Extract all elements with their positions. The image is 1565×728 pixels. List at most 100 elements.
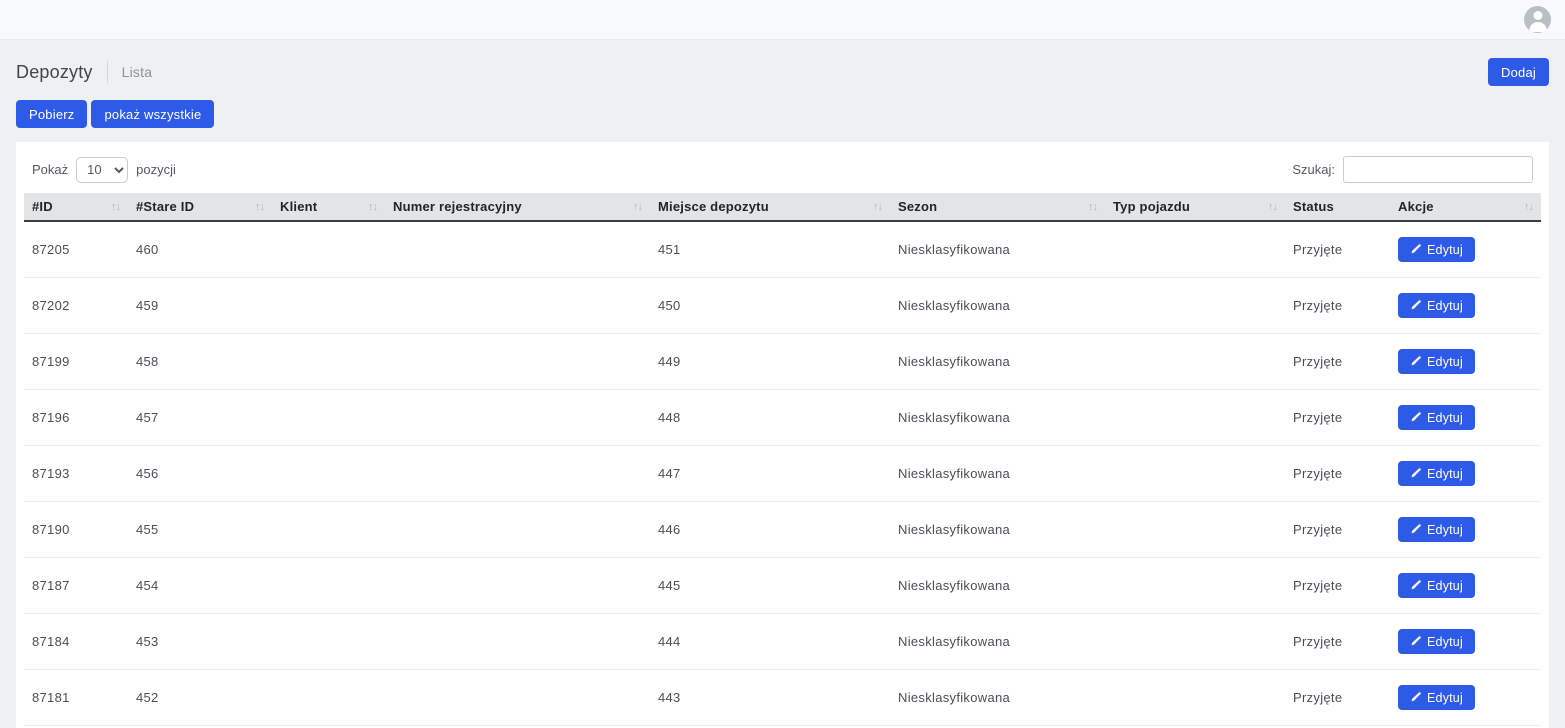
cell-id: 87199 — [24, 334, 128, 390]
sort-arrows-icon[interactable]: ↑↓ — [255, 201, 264, 213]
page-length-select[interactable]: 10 — [76, 157, 128, 183]
edit-button[interactable]: Edytuj — [1398, 629, 1475, 654]
search-input[interactable] — [1343, 156, 1533, 183]
column-header-id[interactable]: #ID↑↓ — [24, 193, 128, 221]
cell-sezon: Niesklasyfikowana — [890, 390, 1105, 446]
toolbar: Pobierz pokaż wszystkie — [16, 100, 1549, 128]
cell-status: Przyjęte — [1285, 221, 1390, 278]
search-control: Szukaj: — [1292, 156, 1533, 183]
edit-button[interactable]: Edytuj — [1398, 517, 1475, 542]
sort-arrows-icon[interactable]: ↑↓ — [1524, 201, 1533, 213]
table-body: 87205460451NiesklasyfikowanaPrzyjęteEdyt… — [24, 221, 1541, 728]
cell-sezon: Niesklasyfikowana — [890, 334, 1105, 390]
cell-klient — [272, 670, 385, 726]
column-header-numer[interactable]: Numer rejestracyjny↑↓ — [385, 193, 650, 221]
cell-miejsce: 446 — [650, 502, 890, 558]
edit-button[interactable]: Edytuj — [1398, 349, 1475, 374]
cell-numer — [385, 558, 650, 614]
breadcrumb: Lista — [122, 64, 153, 80]
cell-stare_id: 454 — [128, 558, 272, 614]
column-label: Miejsce depozytu — [658, 199, 769, 214]
sort-arrows-icon[interactable]: ↑↓ — [1268, 201, 1277, 213]
page-header: Depozyty Lista Dodaj — [16, 58, 1549, 86]
cell-status: Przyjęte — [1285, 334, 1390, 390]
cell-sezon: Niesklasyfikowana — [890, 278, 1105, 334]
show-all-button[interactable]: pokaż wszystkie — [91, 100, 214, 128]
column-header-miejsce[interactable]: Miejsce depozytu ↑↓ — [650, 193, 890, 221]
cell-stare_id: 453 — [128, 614, 272, 670]
cell-status: Przyjęte — [1285, 446, 1390, 502]
column-header-stare_id[interactable]: #Stare ID ↑↓ — [128, 193, 272, 221]
table-controls: Pokaż 10 pozycji Szukaj: — [24, 142, 1541, 193]
column-header-status[interactable]: Status — [1285, 193, 1390, 221]
cell-status: Przyjęte — [1285, 278, 1390, 334]
sort-arrows-icon[interactable]: ↑↓ — [633, 201, 642, 213]
table-row: 87205460451NiesklasyfikowanaPrzyjęteEdyt… — [24, 221, 1541, 278]
cell-stare_id: 458 — [128, 334, 272, 390]
sort-arrows-icon[interactable]: ↑↓ — [111, 201, 120, 213]
pencil-icon — [1410, 468, 1421, 479]
cell-stare_id: 452 — [128, 670, 272, 726]
cell-miejsce: 451 — [650, 221, 890, 278]
edit-button-label: Edytuj — [1427, 299, 1463, 313]
edit-button[interactable]: Edytuj — [1398, 573, 1475, 598]
cell-sezon: Niesklasyfikowana — [890, 502, 1105, 558]
cell-miejsce: 450 — [650, 278, 890, 334]
edit-button[interactable]: Edytuj — [1398, 685, 1475, 710]
edit-button[interactable]: Edytuj — [1398, 293, 1475, 318]
edit-button-label: Edytuj — [1427, 579, 1463, 593]
table-row: 87190455446NiesklasyfikowanaPrzyjęteEdyt… — [24, 502, 1541, 558]
cell-id: 87205 — [24, 221, 128, 278]
cell-typ — [1105, 390, 1285, 446]
cell-miejsce: 444 — [650, 614, 890, 670]
sort-arrows-icon[interactable]: ↑↓ — [368, 201, 377, 213]
sort-arrows-icon[interactable]: ↑↓ — [1088, 201, 1097, 213]
user-avatar-icon — [1533, 11, 1542, 20]
cell-numer — [385, 446, 650, 502]
sort-arrows-icon[interactable]: ↑↓ — [873, 201, 882, 213]
pencil-icon — [1410, 356, 1421, 367]
edit-button-label: Edytuj — [1427, 243, 1463, 257]
column-header-sezon[interactable]: Sezon↑↓ — [890, 193, 1105, 221]
edit-button-label: Edytuj — [1427, 523, 1463, 537]
download-button[interactable]: Pobierz — [16, 100, 87, 128]
edit-button-label: Edytuj — [1427, 691, 1463, 705]
table-row: 87193456447NiesklasyfikowanaPrzyjęteEdyt… — [24, 446, 1541, 502]
edit-button[interactable]: Edytuj — [1398, 237, 1475, 262]
cell-miejsce: 443 — [650, 670, 890, 726]
column-header-akcje[interactable]: Akcje↑↓ — [1390, 193, 1541, 221]
cell-status: Przyjęte — [1285, 670, 1390, 726]
cell-typ — [1105, 221, 1285, 278]
cell-numer — [385, 221, 650, 278]
actions-cell: Edytuj — [1390, 334, 1541, 390]
cell-stare_id: 460 — [128, 221, 272, 278]
cell-numer — [385, 614, 650, 670]
cell-status: Przyjęte — [1285, 502, 1390, 558]
table-row: 87184453444NiesklasyfikowanaPrzyjęteEdyt… — [24, 614, 1541, 670]
edit-button[interactable]: Edytuj — [1398, 461, 1475, 486]
column-header-klient[interactable]: Klient↑↓ — [272, 193, 385, 221]
cell-klient — [272, 614, 385, 670]
cell-stare_id: 456 — [128, 446, 272, 502]
cell-sezon: Niesklasyfikowana — [890, 446, 1105, 502]
breadcrumb-divider — [107, 61, 108, 83]
pencil-icon — [1410, 244, 1421, 255]
column-header-typ[interactable]: Typ pojazdu↑↓ — [1105, 193, 1285, 221]
cell-miejsce: 447 — [650, 446, 890, 502]
column-label: #Stare ID — [136, 199, 194, 214]
cell-id: 87202 — [24, 278, 128, 334]
cell-typ — [1105, 446, 1285, 502]
cell-numer — [385, 390, 650, 446]
edit-button-label: Edytuj — [1427, 355, 1463, 369]
page-length-label-after: pozycji — [136, 162, 176, 177]
actions-cell: Edytuj — [1390, 614, 1541, 670]
cell-id: 87181 — [24, 670, 128, 726]
cell-miejsce: 448 — [650, 390, 890, 446]
pencil-icon — [1410, 636, 1421, 647]
edit-button[interactable]: Edytuj — [1398, 405, 1475, 430]
cell-typ — [1105, 614, 1285, 670]
cell-stare_id: 459 — [128, 278, 272, 334]
user-avatar[interactable] — [1524, 6, 1551, 33]
table-row: 87181452443NiesklasyfikowanaPrzyjęteEdyt… — [24, 670, 1541, 726]
add-button[interactable]: Dodaj — [1488, 58, 1549, 86]
